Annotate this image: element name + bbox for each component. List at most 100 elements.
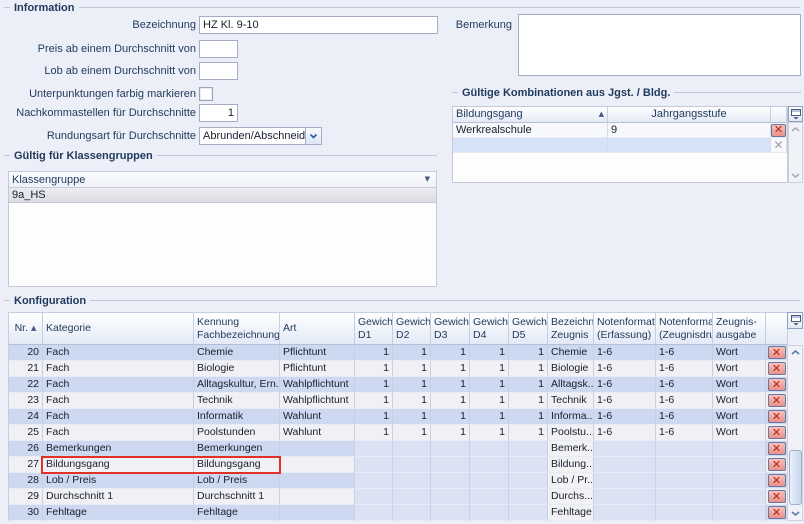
- config-row[interactable]: 30 Fehltage Fehltage Fehltage ✕: [9, 505, 788, 521]
- cell-kategorie[interactable]: Fach: [43, 361, 194, 377]
- kombination-row[interactable]: Werkrealschule 9 ✕: [453, 123, 787, 138]
- cell-gewicht-d1[interactable]: [355, 473, 393, 489]
- cell-notenformat-erfassung[interactable]: 1-6: [594, 361, 656, 377]
- column-header-notenformat-zeugnisdruck[interactable]: Notenformat (Zeugnisdruck): [656, 313, 713, 345]
- cell-zeugnisausgabe[interactable]: [713, 441, 766, 457]
- cell-gewicht-d4[interactable]: [470, 473, 509, 489]
- column-header-klassengruppe[interactable]: Klassengruppe ▼: [9, 172, 436, 188]
- cell-gewicht-d4[interactable]: 1: [470, 409, 509, 425]
- cell-jahrgangsstufe-empty[interactable]: [608, 138, 771, 153]
- delete-row-button[interactable]: ✕: [768, 426, 786, 439]
- cell-kennung[interactable]: Alltagskultur, Ern...: [194, 377, 280, 393]
- cell-notenformat-erfassung[interactable]: 1-6: [594, 345, 656, 361]
- column-header-nr[interactable]: Nr. ▲: [9, 313, 43, 345]
- cell-art[interactable]: [280, 505, 355, 521]
- cell-kategorie[interactable]: Fach: [43, 377, 194, 393]
- field-chooser-button[interactable]: [787, 312, 803, 329]
- cell-notenformat-erfassung[interactable]: [594, 473, 656, 489]
- unterpunktungen-checkbox[interactable]: [199, 87, 213, 101]
- cell-bezeichnung-zeugnis[interactable]: Alltagsk...: [548, 377, 594, 393]
- cell-jahrgangsstufe[interactable]: 9: [608, 123, 771, 138]
- cell-gewicht-d2[interactable]: [393, 457, 431, 473]
- column-header-gewicht-d1[interactable]: Gewicht D1: [355, 313, 393, 345]
- konfiguration-scrollbar[interactable]: [787, 345, 803, 521]
- column-header-bildungsgang[interactable]: Bildungsgang ▲: [453, 107, 608, 123]
- cell-gewicht-d1[interactable]: 1: [355, 361, 393, 377]
- cell-kennung[interactable]: Poolstunden: [194, 425, 280, 441]
- cell-gewicht-d3[interactable]: 1: [431, 393, 470, 409]
- cell-gewicht-d2[interactable]: [393, 505, 431, 521]
- field-chooser-button[interactable]: [788, 106, 803, 122]
- cell-gewicht-d3[interactable]: 1: [431, 361, 470, 377]
- cell-gewicht-d3[interactable]: [431, 441, 470, 457]
- config-row[interactable]: 25 Fach Poolstunden Wahlunt 1 1 1 1 1 Po…: [9, 425, 788, 441]
- cell-art[interactable]: [280, 473, 355, 489]
- cell-gewicht-d1[interactable]: 1: [355, 345, 393, 361]
- cell-gewicht-d5[interactable]: 1: [509, 361, 548, 377]
- cell-notenformat-zeugnisdruck[interactable]: 1-6: [656, 409, 713, 425]
- cell-kategorie[interactable]: Bemerkungen: [43, 441, 194, 457]
- kombination-new-row[interactable]: ✕: [453, 138, 787, 153]
- delete-row-button[interactable]: ✕: [768, 474, 786, 487]
- config-row[interactable]: 26 Bemerkungen Bemerkungen Bemerk... ✕: [9, 441, 788, 457]
- config-row[interactable]: 29 Durchschnitt 1 Durchschnitt 1 Durchs.…: [9, 489, 788, 505]
- cell-gewicht-d1[interactable]: [355, 489, 393, 505]
- cell-zeugnisausgabe[interactable]: Wort: [713, 425, 766, 441]
- cell-gewicht-d4[interactable]: 1: [470, 393, 509, 409]
- config-row[interactable]: 21 Fach Biologie Pflichtunt 1 1 1 1 1 Bi…: [9, 361, 788, 377]
- klassengruppe-row[interactable]: 9a_HS: [9, 188, 436, 203]
- cell-gewicht-d1[interactable]: 1: [355, 425, 393, 441]
- cell-gewicht-d5[interactable]: 1: [509, 393, 548, 409]
- delete-row-button[interactable]: ✕: [768, 506, 786, 519]
- cell-notenformat-erfassung[interactable]: 1-6: [594, 425, 656, 441]
- cell-gewicht-d3[interactable]: 1: [431, 377, 470, 393]
- cell-gewicht-d3[interactable]: [431, 473, 470, 489]
- cell-gewicht-d5[interactable]: [509, 441, 548, 457]
- cell-gewicht-d3[interactable]: [431, 457, 470, 473]
- cell-gewicht-d4[interactable]: [470, 457, 509, 473]
- cell-zeugnisausgabe[interactable]: Wort: [713, 361, 766, 377]
- cell-bezeichnung-zeugnis[interactable]: Lob / Pr...: [548, 473, 594, 489]
- cell-gewicht-d4[interactable]: [470, 505, 509, 521]
- cell-gewicht-d2[interactable]: 1: [393, 409, 431, 425]
- delete-row-button[interactable]: ✕: [768, 346, 786, 359]
- cell-zeugnisausgabe[interactable]: [713, 489, 766, 505]
- config-row[interactable]: 20 Fach Chemie Pflichtunt 1 1 1 1 1 Chem…: [9, 345, 788, 361]
- cell-gewicht-d5[interactable]: [509, 457, 548, 473]
- cell-notenformat-erfassung[interactable]: [594, 489, 656, 505]
- cell-notenformat-zeugnisdruck[interactable]: [656, 441, 713, 457]
- delete-row-button[interactable]: ✕: [768, 378, 786, 391]
- cell-gewicht-d2[interactable]: 1: [393, 377, 431, 393]
- cell-bildungsgang-empty[interactable]: [453, 138, 608, 153]
- cell-notenformat-zeugnisdruck[interactable]: [656, 505, 713, 521]
- cell-gewicht-d4[interactable]: [470, 441, 509, 457]
- cell-kategorie[interactable]: Lob / Preis: [43, 473, 194, 489]
- preis-input[interactable]: [199, 40, 238, 58]
- column-header-gewicht-d2[interactable]: Gewicht D2: [393, 313, 431, 345]
- cell-nr[interactable]: 20: [9, 345, 43, 361]
- delete-row-button[interactable]: ✕: [771, 124, 786, 137]
- cell-gewicht-d5[interactable]: [509, 505, 548, 521]
- cell-bildungsgang[interactable]: Werkrealschule: [453, 123, 608, 138]
- cell-gewicht-d5[interactable]: [509, 489, 548, 505]
- cell-gewicht-d3[interactable]: 1: [431, 345, 470, 361]
- lob-input[interactable]: [199, 62, 238, 80]
- cell-kennung[interactable]: Fehltage: [194, 505, 280, 521]
- cell-notenformat-erfassung[interactable]: [594, 457, 656, 473]
- cell-notenformat-erfassung[interactable]: 1-6: [594, 409, 656, 425]
- cell-art[interactable]: Wahlpflichtunt: [280, 377, 355, 393]
- cell-bezeichnung-zeugnis[interactable]: Durchs...: [548, 489, 594, 505]
- cell-gewicht-d5[interactable]: [509, 473, 548, 489]
- cell-notenformat-zeugnisdruck[interactable]: 1-6: [656, 393, 713, 409]
- scroll-down-button[interactable]: [789, 169, 802, 182]
- cell-gewicht-d5[interactable]: 1: [509, 345, 548, 361]
- cell-notenformat-zeugnisdruck[interactable]: [656, 457, 713, 473]
- cell-zeugnisausgabe[interactable]: [713, 473, 766, 489]
- config-row[interactable]: 22 Fach Alltagskultur, Ern... Wahlpflich…: [9, 377, 788, 393]
- config-row[interactable]: 27 Bildungsgang Bildungsgang Bildung... …: [9, 457, 788, 473]
- cell-kennung[interactable]: Technik: [194, 393, 280, 409]
- cell-kategorie[interactable]: Fehltage: [43, 505, 194, 521]
- column-header-gewicht-d4[interactable]: Gewicht D4: [470, 313, 509, 345]
- cell-nr[interactable]: 23: [9, 393, 43, 409]
- cell-kennung[interactable]: Biologie: [194, 361, 280, 377]
